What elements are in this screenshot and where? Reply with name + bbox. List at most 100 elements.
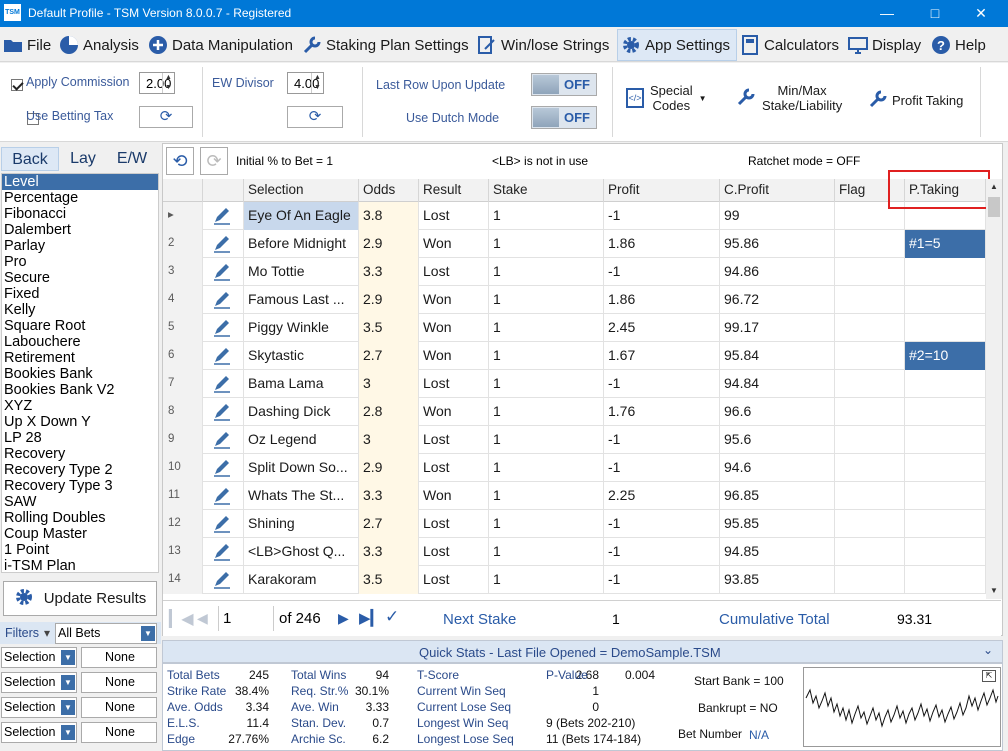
menu-data-manipulation[interactable]: Data Manipulation xyxy=(148,28,293,62)
staking-plan-item[interactable]: Pro xyxy=(2,254,158,270)
menu-file[interactable]: File xyxy=(3,28,51,62)
cell-odds[interactable]: 3.3 xyxy=(359,482,419,510)
first-page-icon[interactable]: ▎◀ xyxy=(169,609,194,629)
table-row[interactable]: 6 Skytastic 2.7 Won 1 1.67 95.84 #2=10 xyxy=(163,342,986,370)
cell-profit[interactable]: 2.45 xyxy=(604,314,720,342)
staking-plan-item[interactable]: Recovery xyxy=(2,446,158,462)
cell-odds[interactable]: 2.9 xyxy=(359,230,419,258)
cell-cprofit[interactable]: 94.6 xyxy=(720,454,835,482)
table-row[interactable]: 11 Whats The St... 3.3 Won 1 2.25 96.85 xyxy=(163,482,986,510)
cell-selection[interactable]: Mo Tottie xyxy=(244,258,359,286)
table-row[interactable]: 13 <LB>Ghost Q... 3.3 Lost 1 -1 94.85 xyxy=(163,538,986,566)
cell-selection[interactable]: Whats The St... xyxy=(244,482,359,510)
cell-result[interactable]: Lost xyxy=(419,510,489,538)
cell-cprofit[interactable]: 96.72 xyxy=(720,286,835,314)
cell-result[interactable]: Won xyxy=(419,398,489,426)
edit-row-button[interactable] xyxy=(203,454,244,482)
cell-cprofit[interactable]: 94.85 xyxy=(720,538,835,566)
cell-odds[interactable]: 2.9 xyxy=(359,286,419,314)
cell-selection[interactable]: Split Down So... xyxy=(244,454,359,482)
menu-display[interactable]: Display xyxy=(848,28,921,62)
staking-plan-item[interactable]: Labouchere xyxy=(2,334,158,350)
edit-row-button[interactable] xyxy=(203,314,244,342)
cell-result[interactable]: Won xyxy=(419,342,489,370)
cell-odds[interactable]: 3 xyxy=(359,370,419,398)
staking-plan-item[interactable]: Fixed xyxy=(2,286,158,302)
staking-plan-item[interactable]: Rolling Doubles xyxy=(2,510,158,526)
column-header-selection[interactable]: Selection xyxy=(244,179,359,202)
staking-plan-item[interactable]: Secure xyxy=(2,270,158,286)
clear-brush-icon[interactable]: ✓ xyxy=(385,607,399,627)
dutch-mode-toggle[interactable]: OFF xyxy=(531,106,597,129)
staking-plan-item[interactable]: Coup Master xyxy=(2,526,158,542)
cell-selection[interactable]: Skytastic xyxy=(244,342,359,370)
cell-ptaking[interactable] xyxy=(905,538,986,566)
last-page-icon[interactable]: ▶▎ xyxy=(359,609,382,627)
cell-result[interactable]: Lost xyxy=(419,538,489,566)
stepper-arrows-icon[interactable]: ▲ ▼ xyxy=(311,73,323,93)
staking-plan-item[interactable]: SAW xyxy=(2,494,158,510)
cell-cprofit[interactable]: 96.85 xyxy=(720,482,835,510)
cell-ptaking[interactable] xyxy=(905,258,986,286)
filters-select[interactable]: All Bets ▼ xyxy=(55,623,157,644)
cell-cprofit[interactable]: 99.17 xyxy=(720,314,835,342)
filter-field-select[interactable]: Selection ▼ xyxy=(1,672,77,693)
cell-profit[interactable]: 1.76 xyxy=(604,398,720,426)
cell-profit[interactable]: -1 xyxy=(604,510,720,538)
edit-row-button[interactable] xyxy=(203,538,244,566)
cell-cprofit[interactable]: 95.84 xyxy=(720,342,835,370)
staking-plan-item[interactable]: XYZ xyxy=(2,398,158,414)
cell-cprofit[interactable]: 99 xyxy=(720,202,835,230)
edit-row-button[interactable] xyxy=(203,202,244,230)
cell-selection[interactable]: Before Midnight xyxy=(244,230,359,258)
cell-odds[interactable]: 2.8 xyxy=(359,398,419,426)
cell-profit[interactable]: -1 xyxy=(604,426,720,454)
minimize-button[interactable]: — xyxy=(864,0,910,27)
cell-profit[interactable]: -1 xyxy=(604,538,720,566)
cell-flag[interactable] xyxy=(835,370,905,398)
filter-value-input[interactable]: None xyxy=(81,647,157,668)
filter-field-select[interactable]: Selection ▼ xyxy=(1,722,77,743)
column-header-result[interactable]: Result xyxy=(419,179,489,202)
apply-commission-checkbox[interactable] xyxy=(11,78,23,91)
cell-ptaking[interactable] xyxy=(905,398,986,426)
table-row[interactable]: 9 Oz Legend 3 Lost 1 -1 95.6 xyxy=(163,426,986,454)
cell-flag[interactable] xyxy=(835,482,905,510)
cell-selection[interactable]: Famous Last ... xyxy=(244,286,359,314)
cell-cprofit[interactable]: 94.84 xyxy=(720,370,835,398)
cell-stake[interactable]: 1 xyxy=(489,314,604,342)
cell-flag[interactable] xyxy=(835,510,905,538)
expand-icon[interactable]: ⇱ xyxy=(982,670,996,682)
table-row[interactable]: 7 Bama Lama 3 Lost 1 -1 94.84 xyxy=(163,370,986,398)
cell-odds[interactable]: 3 xyxy=(359,426,419,454)
column-header-odds[interactable]: Odds xyxy=(359,179,419,202)
cell-stake[interactable]: 1 xyxy=(489,454,604,482)
cell-selection[interactable]: Bama Lama xyxy=(244,370,359,398)
cell-result[interactable]: Lost xyxy=(419,202,489,230)
cell-result[interactable]: Lost xyxy=(419,258,489,286)
table-row[interactable]: 4 Famous Last ... 2.9 Won 1 1.86 96.72 xyxy=(163,286,986,314)
cell-result[interactable]: Lost xyxy=(419,454,489,482)
cell-odds[interactable]: 3.8 xyxy=(359,202,419,230)
cell-profit[interactable]: 2.25 xyxy=(604,482,720,510)
cell-stake[interactable]: 1 xyxy=(489,538,604,566)
cell-stake[interactable]: 1 xyxy=(489,482,604,510)
staking-plan-item[interactable]: LP 28 xyxy=(2,430,158,446)
staking-plan-item[interactable]: Parlay xyxy=(2,238,158,254)
staking-plan-item[interactable]: Level xyxy=(2,174,158,190)
cell-ptaking[interactable] xyxy=(905,454,986,482)
cell-ptaking[interactable] xyxy=(905,370,986,398)
cell-stake[interactable]: 1 xyxy=(489,370,604,398)
staking-plan-item[interactable]: Up X Down Y xyxy=(2,414,158,430)
page-input[interactable]: 1 xyxy=(223,610,231,627)
staking-plan-item[interactable]: Recovery Type 3 xyxy=(2,478,158,494)
staking-plan-item[interactable]: Square Root xyxy=(2,318,158,334)
staking-plan-item[interactable]: i-TSM Plan xyxy=(2,558,158,572)
filter-value-input[interactable]: None xyxy=(81,722,157,743)
staking-plan-item[interactable]: Percentage xyxy=(2,190,158,206)
edit-row-button[interactable] xyxy=(203,342,244,370)
special-codes-button[interactable]: </> Special Codes ▼ xyxy=(626,83,707,113)
cell-odds[interactable]: 3.3 xyxy=(359,258,419,286)
menu-calculators[interactable]: Calculators xyxy=(740,28,839,62)
cell-odds[interactable]: 3.5 xyxy=(359,566,419,594)
